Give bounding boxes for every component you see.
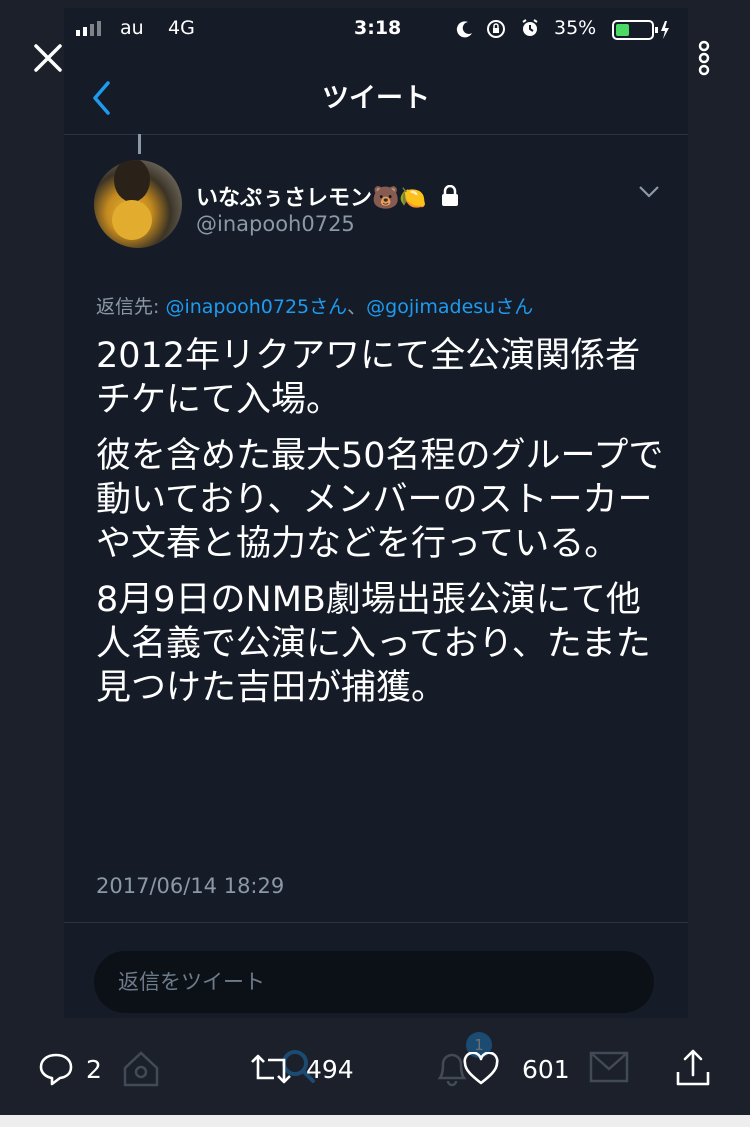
battery-charging-icon: [612, 20, 669, 40]
action-bar: 1 2 494 601: [0, 1030, 750, 1110]
close-button[interactable]: [28, 38, 68, 78]
retweet-count: 494: [306, 1054, 354, 1084]
moon-icon: [456, 21, 472, 38]
rotation-lock-icon: [487, 20, 505, 38]
mail-icon: [589, 1051, 629, 1083]
reply-mention-link[interactable]: @gojimadesuさん: [366, 296, 533, 318]
network-label: 4G: [168, 17, 195, 39]
home-icon: [123, 1051, 159, 1087]
alarm-icon: [522, 19, 538, 36]
avatar[interactable]: [94, 160, 182, 248]
heart-icon: [463, 1052, 499, 1085]
close-icon: [34, 44, 62, 72]
tweet-text: 2012年リクアワにて全公演関係者チケにて入場。 彼を含めた最大50名程のグルー…: [96, 334, 666, 722]
display-name[interactable]: いなぷぅさレモン🐻🍋: [196, 180, 460, 212]
signal-icon: [76, 21, 101, 36]
share-icon: [676, 1049, 710, 1086]
more-vertical-icon: [698, 40, 710, 76]
reply-button[interactable]: 2: [38, 1052, 102, 1086]
reply-mention-link[interactable]: @inapooh0725さん: [165, 296, 347, 318]
status-bar: au 4G 3:18 35%: [64, 8, 688, 50]
share-button[interactable]: [674, 1048, 712, 1088]
reply-to-line: 返信先: @inapooh0725さん、@gojimadesuさん: [96, 292, 533, 319]
battery-percent: 35%: [554, 17, 597, 39]
retweet-button[interactable]: 494: [248, 1052, 354, 1086]
reply-separator: 、: [347, 296, 367, 318]
bottom-edge: [0, 1115, 750, 1127]
clock: 3:18: [354, 17, 402, 39]
reply-to-label: 返信先:: [96, 296, 160, 318]
reply-composer: [64, 922, 688, 1018]
reply-icon: [39, 1053, 73, 1086]
like-button[interactable]: 601: [462, 1052, 570, 1086]
like-count: 601: [522, 1054, 570, 1084]
reply-input[interactable]: [94, 951, 654, 1013]
tweet-screenshot: au 4G 3:18 35% ツイート いなぷぅさレモン🐻🍋 @inapooh0…: [64, 8, 688, 1018]
page-title: ツイート: [322, 83, 430, 114]
retweet-icon: [251, 1054, 291, 1084]
username[interactable]: @inapooh0725: [196, 212, 355, 236]
tweet-paragraph: 2012年リクアワにて全公演関係者チケにて入場。: [96, 336, 641, 420]
chevron-down-icon[interactable]: [638, 184, 660, 200]
lock-icon: [442, 184, 459, 206]
tweet-paragraph: 8月9日のNMB劇場出張公演にて他人名義で公演に入っており、たまた見つけた吉田が…: [96, 580, 651, 708]
tweet-timestamp: 2017/06/14 18:29: [96, 874, 285, 898]
navigation-bar: ツイート: [64, 50, 688, 135]
thread-connector: [138, 134, 141, 154]
reply-count: 2: [86, 1054, 102, 1084]
carrier-label: au: [120, 17, 144, 39]
more-options-button[interactable]: [694, 38, 714, 78]
tweet-paragraph: 彼を含めた最大50名程のグループで動いており、メンバーのストーカーや文春と協力な…: [96, 436, 664, 564]
